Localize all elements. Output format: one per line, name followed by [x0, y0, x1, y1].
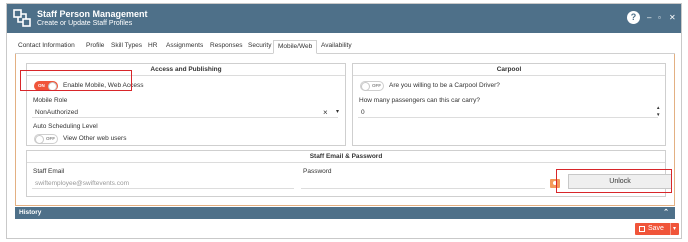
history-label: History	[19, 209, 42, 216]
chevron-down-icon[interactable]: ▾	[336, 108, 339, 115]
save-button[interactable]: Save ▾	[635, 223, 679, 235]
view-other-users-toggle[interactable]: OFF	[34, 134, 58, 144]
history-section-header[interactable]: History ⌃	[15, 207, 675, 219]
clear-icon[interactable]: ×	[323, 108, 328, 117]
auto-scheduling-label: Auto Scheduling Level	[33, 123, 98, 130]
tab-responses[interactable]: Responses	[210, 42, 243, 49]
tab-mobile-web[interactable]: Mobile/Web	[273, 40, 318, 54]
toggle-state-label: OFF	[46, 136, 55, 141]
tab-profile[interactable]: Profile	[86, 42, 104, 49]
save-options-caret-icon[interactable]: ▾	[670, 223, 676, 235]
toggle-state-label: OFF	[372, 83, 381, 88]
highlight-box-unlock	[556, 169, 672, 193]
tab-bar: Contact Information Profile Skill Types …	[15, 40, 675, 54]
window-subtitle: Create or Update Staff Profiles	[37, 20, 133, 27]
toggle-knob	[35, 135, 44, 144]
spin-down-icon[interactable]: ▼	[656, 112, 660, 117]
view-other-users-label: View Other web users	[63, 135, 127, 142]
tab-hr[interactable]: HR	[148, 42, 157, 49]
password-label: Password	[303, 168, 332, 175]
save-label: Save	[648, 225, 664, 232]
spin-up-icon[interactable]: ▲	[656, 105, 660, 110]
help-icon[interactable]: ?	[627, 11, 640, 24]
title-bar: Staff Person Management Create or Update…	[7, 4, 681, 33]
tab-contact-information[interactable]: Contact Information	[18, 42, 75, 49]
highlight-box-mobile-access	[20, 70, 132, 91]
close-icon[interactable]: ✕	[669, 13, 676, 23]
minimize-icon[interactable]: –	[647, 13, 651, 23]
staff-email-input[interactable]: swiftemployee@swiftevents.com	[32, 178, 294, 189]
maximize-icon[interactable]: ▫	[658, 13, 661, 23]
carpool-heading: Carpool	[353, 64, 665, 76]
password-input[interactable]	[301, 178, 545, 189]
staff-email-label: Staff Email	[33, 168, 65, 175]
save-icon	[639, 226, 645, 232]
passengers-label: How many passengers can this car carry?	[359, 97, 481, 104]
mobile-role-label: Mobile Role	[33, 97, 68, 104]
carpool-driver-toggle[interactable]: OFF	[360, 81, 384, 91]
toggle-knob	[361, 82, 370, 91]
passengers-input[interactable]: 0	[358, 107, 658, 118]
window-title: Staff Person Management	[37, 9, 148, 19]
carpool-panel: Carpool OFF Are you willing to be a Carp…	[352, 63, 666, 146]
mobile-role-select[interactable]: NonAuthorized	[32, 107, 338, 118]
tab-skill-types[interactable]: Skill Types	[111, 42, 142, 49]
tab-availability[interactable]: Availability	[321, 42, 352, 49]
email-password-heading: Staff Email & Password	[27, 151, 665, 163]
carpool-driver-label: Are you willing to be a Carpool Driver?	[389, 82, 500, 89]
app-logo-icon	[13, 9, 31, 27]
tab-assignments[interactable]: Assignments	[166, 42, 203, 49]
chevron-up-icon[interactable]: ⌃	[663, 207, 669, 219]
tab-security[interactable]: Security	[248, 42, 271, 49]
staff-person-window: Staff Person Management Create or Update…	[6, 3, 682, 239]
